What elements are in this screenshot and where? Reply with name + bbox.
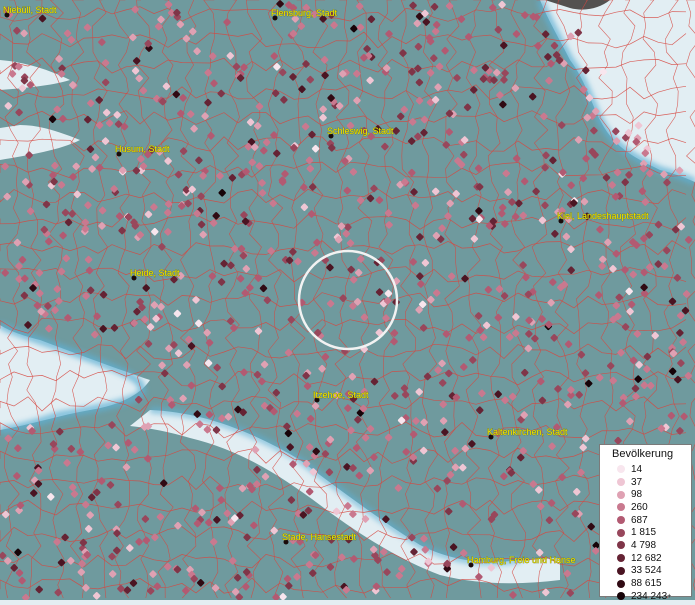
city-label[interactable]: Kiel, Landeshauptstadt <box>557 211 650 222</box>
city-label[interactable]: Niebüll, Stadt <box>3 5 58 16</box>
legend-label: 260 <box>631 501 648 513</box>
legend-label: 88 615 <box>631 578 662 590</box>
legend-swatch <box>617 566 625 575</box>
legend-swatch <box>617 554 625 563</box>
legend-swatch <box>617 490 625 499</box>
legend-item: 33 524 <box>604 565 687 578</box>
city-label[interactable]: Husum, Stadt <box>115 144 171 155</box>
legend-item: 4 798 <box>604 539 687 552</box>
legend-item: 1 815 <box>604 526 687 539</box>
city-label[interactable]: Stade, Hansestadt <box>282 532 357 543</box>
legend-label: 37 <box>631 476 643 488</box>
legend-label: 14 <box>631 463 643 475</box>
city-label[interactable]: Kaltenkirchen, Stadt <box>487 427 569 438</box>
legend-swatch <box>617 579 625 588</box>
legend-title: Bevölkerung <box>612 448 674 460</box>
legend-item: 88 615 <box>604 577 687 590</box>
legend-item: 14 <box>604 463 687 476</box>
legend-suffix: + <box>667 592 672 600</box>
map-canvas[interactable]: Niebüll, Stadt Flensburg, Stadt Husum, Sta… <box>0 0 695 602</box>
legend-label: 687 <box>631 514 648 526</box>
legend-label: 4 798 <box>631 539 657 551</box>
legend-swatch <box>617 478 625 487</box>
legend-item: 687 <box>604 514 687 527</box>
map-svg[interactable]: Niebüll, Stadt Flensburg, Stadt Husum, Sta… <box>0 0 695 602</box>
legend-item: 260 <box>604 501 687 514</box>
legend-label: 98 <box>631 489 643 501</box>
city-label[interactable]: Hamburg, Freie und Hanse <box>467 555 576 566</box>
legend-label: 234 243 <box>631 590 668 602</box>
legend-label: 1 815 <box>631 527 657 539</box>
city-label[interactable]: Flensburg, Stadt <box>271 8 338 19</box>
legend-swatch <box>617 528 625 537</box>
legend-label: 12 682 <box>631 552 662 564</box>
city-label[interactable]: Schleswig, Stadt <box>327 126 395 137</box>
legend-swatch <box>617 465 625 474</box>
legend-item: 12 682 <box>604 552 687 565</box>
legend-swatch <box>617 541 625 550</box>
legend-item: 37 <box>604 476 687 489</box>
legend-rows: 14 37 98 260 687 1 815 4 798 12 682 33 524 88 615… <box>604 463 687 603</box>
population-legend: Bevölkerung 14 37 98 260 687 1 815 4 798 12 682… <box>599 444 692 602</box>
city-label[interactable]: Itzehoe, Stadt <box>313 390 370 401</box>
legend-label: 33 524 <box>631 565 662 577</box>
city-label[interactable]: Heide, Stadt <box>130 268 181 279</box>
legend-item: 234 243 + <box>604 590 687 603</box>
legend-swatch <box>617 592 625 601</box>
legend-item: 98 <box>604 488 687 501</box>
legend-swatch <box>617 516 625 525</box>
legend-swatch <box>617 503 625 512</box>
